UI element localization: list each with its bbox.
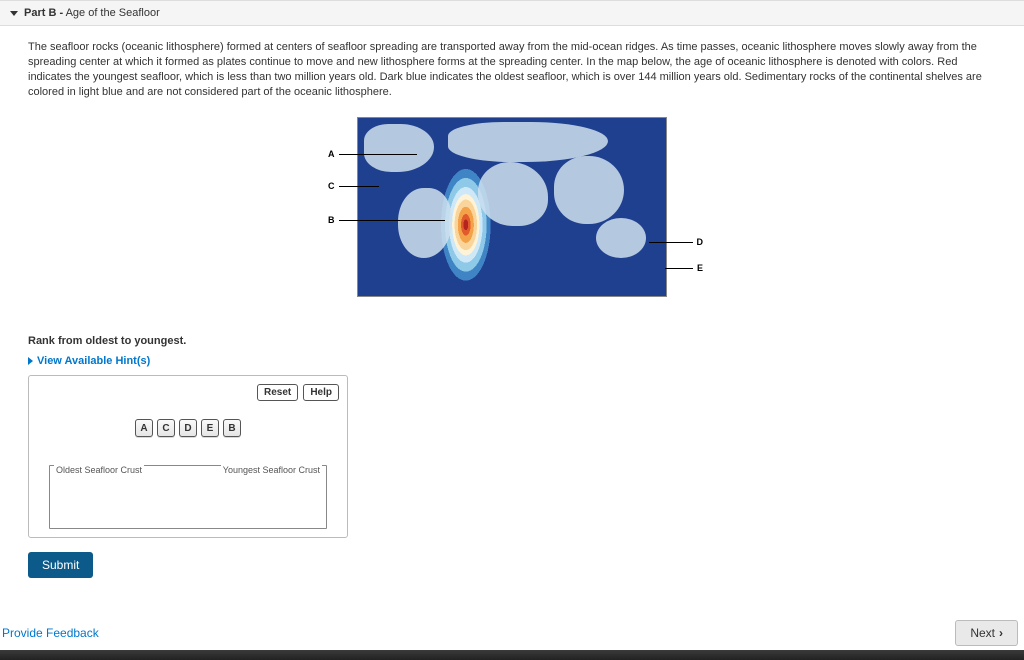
submit-button[interactable]: Submit <box>28 552 93 578</box>
map-label-d: D <box>649 237 704 247</box>
dropzone-right-label: Youngest Seafloor Crust <box>221 465 322 475</box>
next-label: Next <box>970 626 995 640</box>
content-area: The seafloor rocks (oceanic lithosphere)… <box>0 26 1024 588</box>
rank-tile[interactable]: A <box>135 419 153 437</box>
map-label-a: A <box>328 149 417 159</box>
rank-tile[interactable]: D <box>179 419 197 437</box>
provide-feedback-link[interactable]: Provide Feedback <box>2 626 99 640</box>
rank-tile[interactable]: E <box>201 419 219 437</box>
footer: Provide Feedback Next › <box>0 612 1024 650</box>
seafloor-age-map <box>357 117 667 297</box>
part-header[interactable]: Part B - Age of the Seafloor <box>0 0 1024 26</box>
help-button[interactable]: Help <box>303 384 339 401</box>
rank-instruction: Rank from oldest to youngest. <box>28 335 996 347</box>
ranking-panel: Reset Help A C D E B Oldest Seafloor Cru… <box>28 375 348 538</box>
next-button[interactable]: Next › <box>955 620 1018 646</box>
reset-button[interactable]: Reset <box>257 384 298 401</box>
intro-paragraph: The seafloor rocks (oceanic lithosphere)… <box>28 40 996 99</box>
rank-tile[interactable]: C <box>157 419 175 437</box>
tile-tray: A C D E B <box>37 419 339 437</box>
caret-down-icon <box>10 11 18 16</box>
map-container: A C B D E <box>28 109 996 305</box>
dropzone-left-label: Oldest Seafloor Crust <box>54 465 144 475</box>
map-label-b: B <box>328 215 445 225</box>
part-label: Part B - Age of the Seafloor <box>24 7 160 19</box>
rank-tile[interactable]: B <box>223 419 241 437</box>
bottom-bar <box>0 650 1024 660</box>
hints-label: View Available Hint(s) <box>37 355 150 367</box>
map-label-e: E <box>665 263 703 273</box>
triangle-right-icon <box>28 357 33 365</box>
hints-toggle[interactable]: View Available Hint(s) <box>28 355 996 367</box>
ranking-dropzone[interactable]: Oldest Seafloor Crust Youngest Seafloor … <box>49 465 327 529</box>
chevron-right-icon: › <box>999 626 1003 640</box>
map-label-c: C <box>328 181 379 191</box>
